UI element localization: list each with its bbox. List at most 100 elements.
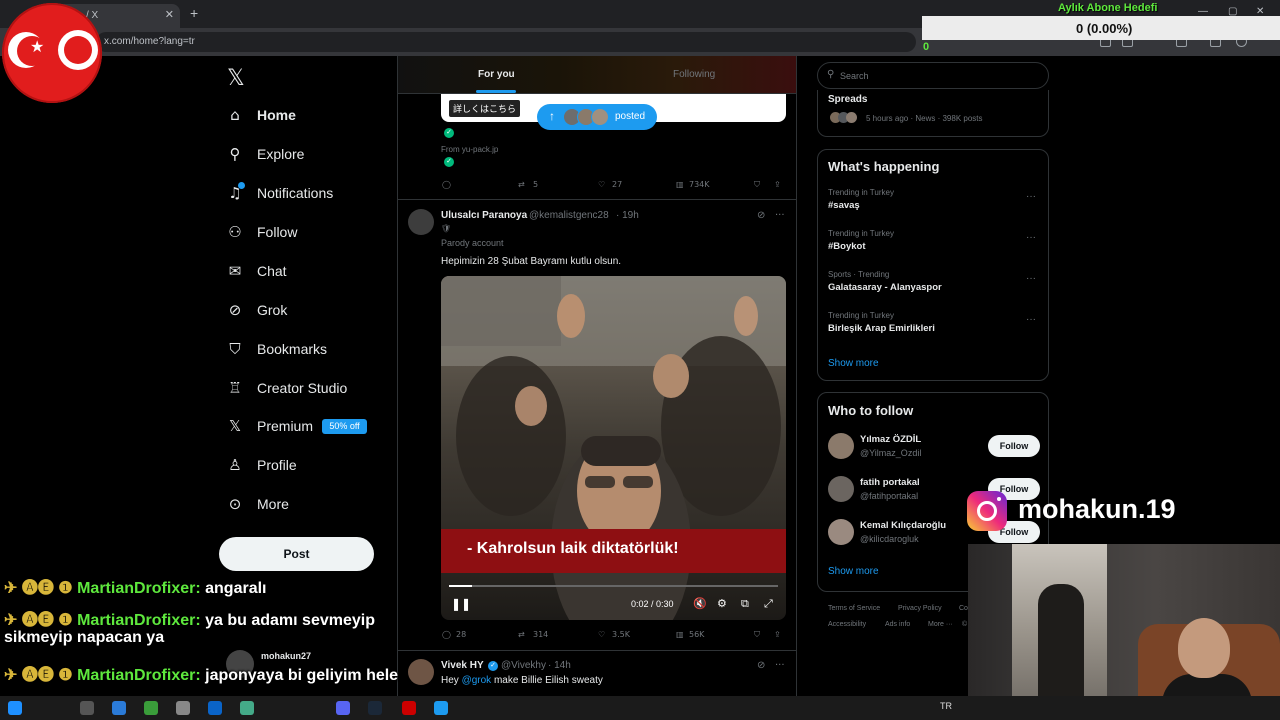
like-icon[interactable]: ♡ — [598, 180, 605, 189]
taskbar-app-icon[interactable] — [144, 701, 158, 715]
address-bar[interactable]: x.com/home?lang=tr — [96, 32, 916, 52]
avatar[interactable] — [408, 659, 434, 685]
show-more-link[interactable]: Show more — [828, 566, 879, 577]
envelope-icon: ✉ — [228, 262, 242, 280]
tab-for-you[interactable]: For you — [478, 69, 515, 80]
chat-message: ✈ 🅐🅔 ❶ MartianDrofixer: japonyaya bi gel… — [4, 661, 398, 685]
tweet-text-suffix: make Billie Eilish sweaty — [491, 675, 603, 686]
search-input[interactable]: Search — [840, 71, 869, 81]
start-icon[interactable] — [8, 701, 22, 715]
tweet-video[interactable]: - Kahrolsun laik diktatörlük! ❚❚ 0:02 / … — [441, 276, 786, 620]
search-box[interactable]: ⚲ Search — [817, 62, 1049, 89]
nav-item-more[interactable]: ⊙ More — [224, 489, 394, 521]
repost-icon[interactable]: ⇄ — [518, 630, 525, 639]
more-options-icon[interactable]: ··· — [1026, 273, 1036, 284]
avatar[interactable] — [408, 209, 434, 235]
news-card[interactable]: Spreads 5 hours ago · News · 398K posts — [817, 90, 1049, 137]
reply-icon[interactable]: ◯ — [442, 630, 451, 639]
chat-text: angaralı — [200, 580, 267, 597]
url-text: x.com/home?lang=tr — [104, 36, 195, 47]
views-icon[interactable]: ▥ — [676, 180, 684, 189]
like-icon[interactable]: ♡ — [598, 630, 605, 639]
close-tab-icon[interactable]: ✕ — [165, 8, 174, 21]
taskbar-app-icon[interactable] — [402, 701, 416, 715]
tweet-author-name[interactable]: Ulusalcı Paranoya — [441, 210, 527, 221]
language-indicator[interactable]: TR — [940, 701, 952, 711]
nav-item-explore[interactable]: ⚲ Explore — [224, 139, 394, 171]
video-progress-bar[interactable] — [449, 585, 778, 587]
goal-min-value: 0 — [923, 41, 930, 53]
follow-button[interactable]: Follow — [988, 435, 1040, 457]
discord-icon[interactable] — [336, 701, 350, 715]
footer-link[interactable]: More ··· — [928, 621, 953, 628]
verified-icon: ✓ — [444, 128, 454, 138]
more-options-icon[interactable]: ··· — [1026, 232, 1036, 243]
footer-link[interactable]: Co — [959, 605, 968, 612]
reply-icon[interactable]: ◯ — [442, 180, 451, 189]
x-icon: 𝕏 — [228, 417, 242, 435]
footer-link[interactable]: Accessibility — [828, 621, 866, 628]
pip-icon[interactable]: ⧉ — [741, 597, 749, 611]
tweet-author-name[interactable]: Vivek HY — [441, 660, 484, 671]
footer-link[interactable]: Ads info — [885, 621, 910, 628]
footer-link[interactable]: Privacy Policy — [898, 605, 942, 612]
verified-icon: ✓ — [488, 661, 498, 671]
more-options-icon[interactable]: ··· — [775, 210, 785, 221]
repost-icon[interactable]: ⇄ — [518, 180, 525, 189]
steam-icon[interactable] — [368, 701, 382, 715]
more-options-icon[interactable]: ··· — [1026, 191, 1036, 202]
tweet-timestamp[interactable]: · 19h — [616, 210, 639, 221]
card-source-link[interactable]: From yu-pack.jp — [441, 145, 498, 154]
bookmark-icon[interactable]: ⛉ — [754, 180, 760, 190]
details-link-label[interactable]: 詳しくはこちら — [449, 100, 521, 117]
mention-link[interactable]: @grok — [462, 675, 492, 686]
instagram-handle: mohakun.19 — [1018, 494, 1176, 524]
more-options-icon[interactable]: ··· — [775, 660, 785, 671]
taskbar-app-icon[interactable] — [112, 701, 126, 715]
nav-item-label: Grok — [257, 302, 288, 318]
grok-icon[interactable]: ⊘ — [757, 660, 765, 671]
chat-text: sikmeyip napacan ya — [4, 629, 165, 646]
tweet-author-handle[interactable]: @kemalistgenc28 — [529, 210, 609, 221]
nav-item-bookmarks[interactable]: ⛉ Bookmarks — [224, 334, 394, 366]
nav-item-chat[interactable]: ✉ Chat — [224, 256, 394, 288]
taskbar-app-icon[interactable] — [240, 701, 254, 715]
post-button[interactable]: Post — [219, 537, 374, 571]
taskbar-app-icon[interactable] — [434, 701, 448, 715]
footer-link[interactable]: Terms of Service — [828, 605, 880, 612]
goal-value: 0 (0.00%) — [1076, 21, 1133, 36]
share-icon[interactable]: ⇪ — [774, 630, 781, 639]
news-meta: 5 hours ago · News · 398K posts — [866, 114, 983, 123]
tab-following[interactable]: Following — [673, 69, 715, 80]
mute-icon[interactable]: 🔇 — [693, 597, 707, 610]
nav-item-follow[interactable]: ⚇ Follow — [224, 217, 394, 249]
x-logo-icon[interactable]: 𝕏 — [227, 66, 245, 91]
nav-item-label: Explore — [257, 146, 305, 162]
share-icon[interactable]: ⇪ — [774, 180, 781, 189]
tweet-author-handle[interactable]: @Vivekhy — [501, 660, 546, 671]
chat-username: MartianDrofixer: — [77, 612, 201, 629]
settings-icon[interactable]: ⚙ — [717, 597, 727, 610]
nav-item-grok[interactable]: ⊘ Grok — [224, 295, 394, 327]
nav-item-creator-studio[interactable]: ♖ Creator Studio — [224, 373, 394, 405]
show-more-link[interactable]: Show more — [828, 358, 879, 369]
views-icon[interactable]: ▥ — [676, 630, 684, 639]
grok-icon[interactable]: ⊘ — [757, 210, 765, 221]
tweet-timestamp[interactable]: · 14h — [548, 660, 571, 671]
nav-item-premium[interactable]: 𝕏 Premium — [224, 411, 394, 443]
grok-icon: ⊘ — [228, 301, 242, 319]
taskbar-app-icon[interactable] — [208, 701, 222, 715]
new-tab-button[interactable]: + — [190, 5, 198, 21]
nav-item-home[interactable]: ⌂ Home — [224, 100, 394, 132]
nav-item-label: Chat — [257, 263, 287, 279]
new-posts-pill[interactable]: ↑ posted — [537, 104, 657, 130]
pause-icon[interactable]: ❚❚ — [451, 597, 471, 611]
nav-item-profile[interactable]: ♙ Profile — [224, 450, 394, 482]
more-options-icon[interactable]: ··· — [1026, 314, 1036, 325]
fullscreen-icon[interactable]: ⤢ — [764, 597, 773, 611]
trend-name: #savaş — [828, 200, 860, 211]
bookmark-icon[interactable]: ⛉ — [754, 630, 760, 640]
nav-item-notifications[interactable]: ♫ Notifications — [224, 178, 394, 210]
taskbar-app-icon[interactable] — [176, 701, 190, 715]
taskbar-app-icon[interactable] — [80, 701, 94, 715]
